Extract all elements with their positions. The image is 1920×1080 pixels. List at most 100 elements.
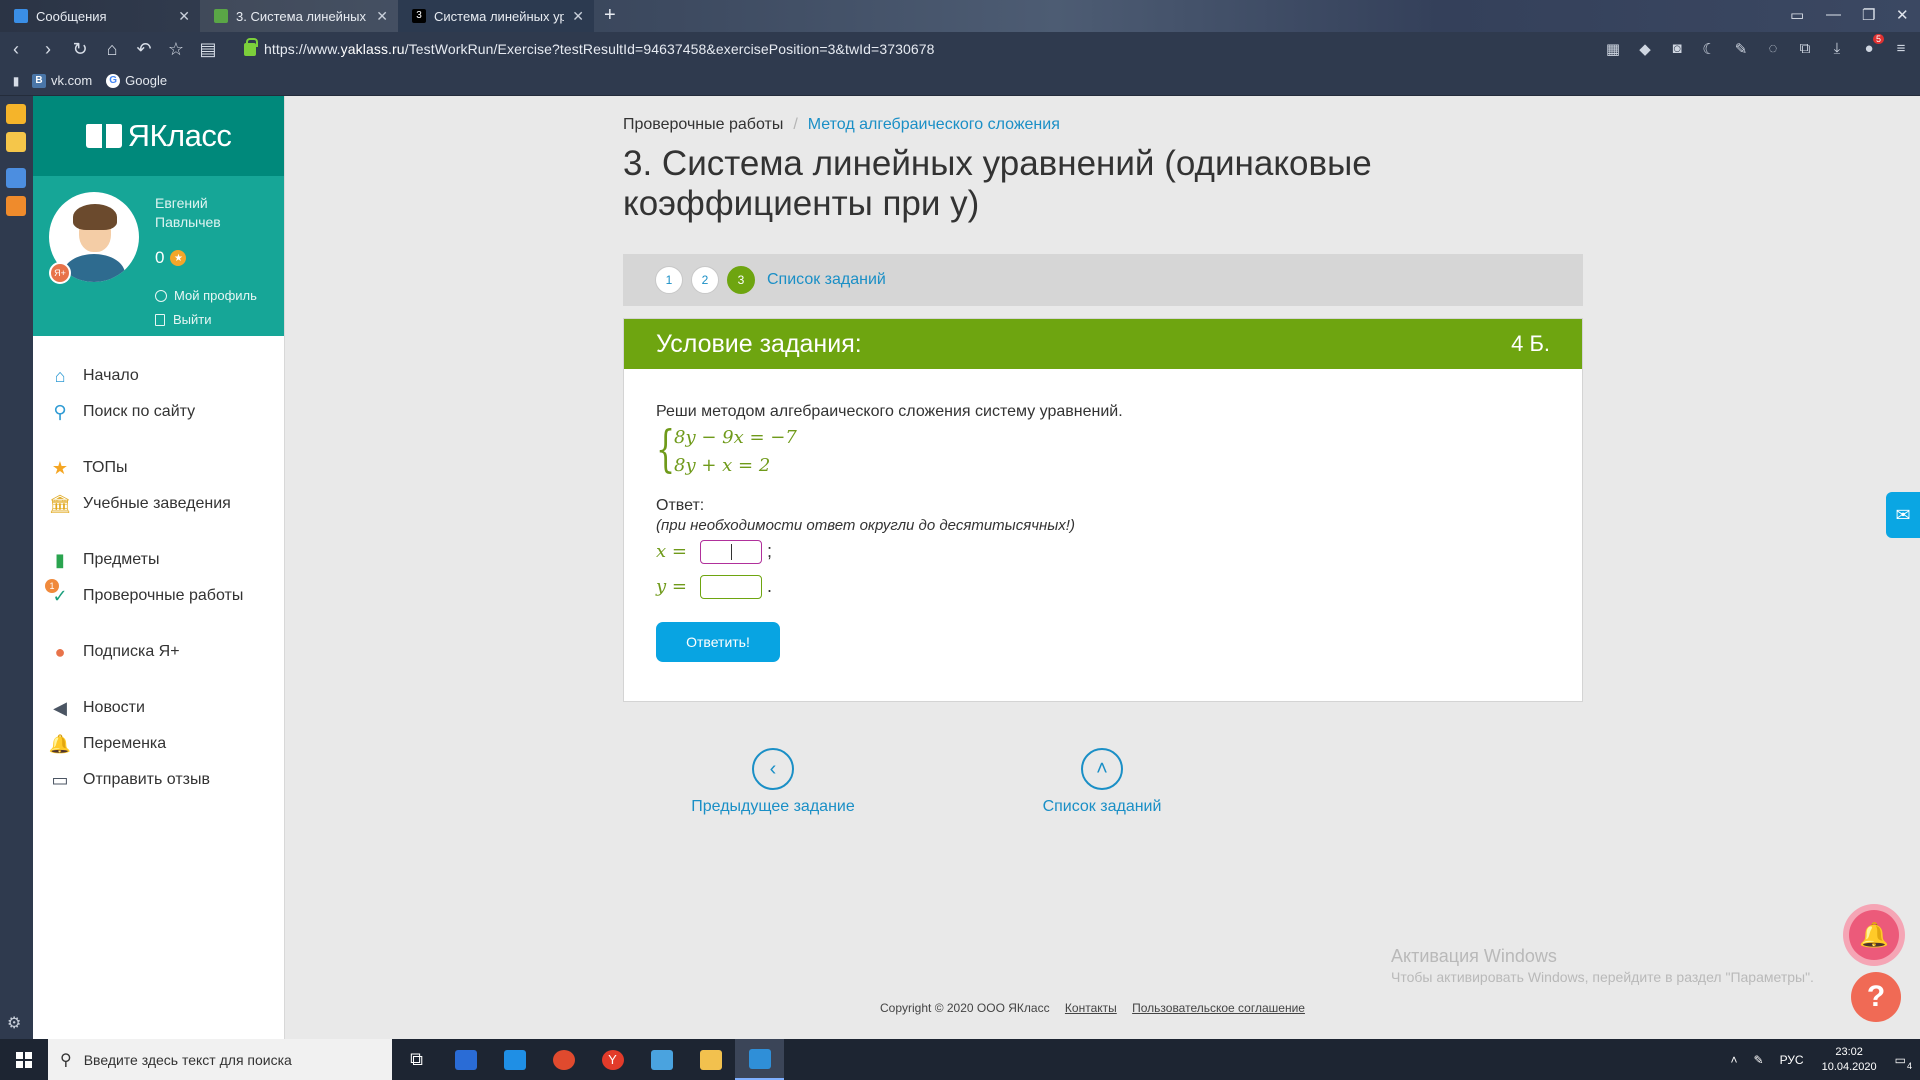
user-score: 0 ★	[155, 248, 187, 268]
breadcrumb-current[interactable]: Метод алгебраического сложения	[808, 116, 1060, 133]
new-tab-button[interactable]: +	[604, 4, 616, 27]
notifications-icon[interactable]: ● 5	[1860, 34, 1884, 58]
messenger-icon[interactable]	[6, 168, 26, 188]
extension-icon[interactable]: ◆	[1636, 40, 1654, 58]
x-answer-input[interactable]	[700, 539, 762, 564]
home-icon: ⌂	[54, 365, 66, 386]
chat-bubble-icon[interactable]: ◌	[1764, 40, 1782, 58]
mail-icon[interactable]: ✉	[1886, 492, 1920, 538]
yandex-browser-icon[interactable]: Y	[588, 1039, 637, 1080]
logout-link[interactable]: Выйти	[155, 312, 212, 327]
store-icon[interactable]	[441, 1039, 490, 1080]
sidebar-item-tops[interactable]: ★ ТОПы	[33, 450, 284, 486]
sidebar-toggle-icon[interactable]: ▮	[0, 74, 32, 88]
minimize-button[interactable]: —	[1826, 6, 1841, 23]
bookmark-google[interactable]: G Google	[106, 73, 167, 88]
task-card-header: Условие задания: 4 Б.	[624, 319, 1582, 369]
step-3-button[interactable]: 3	[727, 266, 755, 294]
clock-date: 10.04.2020	[1821, 1060, 1877, 1073]
chat-icon	[14, 9, 28, 23]
sidebar-item-subscription[interactable]: ● Подписка Я+	[33, 634, 284, 670]
vk-icon: B	[32, 73, 46, 88]
favorites-icon[interactable]	[6, 104, 26, 124]
my-profile-link[interactable]: Мой профиль	[155, 288, 257, 303]
previous-task-button[interactable]: ‹ Предыдущее задание	[683, 748, 863, 816]
home-button[interactable]: ⌂	[96, 39, 128, 60]
y-label: y =	[656, 576, 687, 597]
pen-icon[interactable]: ✎	[1754, 1053, 1764, 1067]
clock-time: 23:02	[1835, 1045, 1863, 1058]
sidebar-item-home[interactable]: ⌂ Начало	[33, 358, 284, 394]
browser-tab-search[interactable]: 3 Система линейных урав ✕	[398, 0, 594, 32]
yaklass-icon	[214, 9, 228, 23]
action-center-icon[interactable]: ▭ 4	[1895, 1053, 1912, 1071]
sidebar-item-schools[interactable]: 🏛 Учебные заведения	[33, 486, 284, 522]
bookmark-star-button[interactable]: ☆	[160, 39, 192, 60]
sidebar-item-tests[interactable]: ✓ 1 Проверочные работы	[33, 578, 284, 614]
notification-bell-button[interactable]: 🔔	[1843, 904, 1905, 966]
window-close-button[interactable]: ✕	[1896, 6, 1909, 24]
maxthon-browser-icon[interactable]	[735, 1039, 784, 1080]
menu-icon[interactable]: ≡	[1892, 40, 1910, 58]
screenshot-icon[interactable]: ⧉	[1796, 40, 1814, 58]
clock[interactable]: 23:02 10.04.2020	[1822, 1045, 1877, 1075]
step-2-button[interactable]: 2	[691, 266, 719, 294]
task-list-link[interactable]: Список заданий	[767, 271, 886, 289]
qr-icon[interactable]: ▦	[1604, 40, 1622, 58]
step-1-button[interactable]: 1	[655, 266, 683, 294]
sidebar-item-news[interactable]: ◀ Новости	[33, 690, 284, 726]
contacts-link[interactable]: Контакты	[1065, 1001, 1117, 1015]
user-name[interactable]: Евгений Павлычев	[155, 194, 275, 232]
reload-button[interactable]: ↻	[64, 39, 96, 60]
mail-app-icon[interactable]	[490, 1039, 539, 1080]
tabs-overview-icon[interactable]: ▭	[1790, 6, 1804, 24]
start-button[interactable]	[0, 1039, 48, 1080]
breadcrumb-root[interactable]: Проверочные работы	[623, 116, 783, 133]
sidebar-item-label: Отправить отзыв	[83, 771, 210, 788]
x-label: x =	[656, 541, 687, 562]
file-explorer-icon[interactable]	[686, 1039, 735, 1080]
download-icon[interactable]: ⤓	[1828, 40, 1846, 58]
undo-button[interactable]: ↶	[128, 39, 160, 60]
y-answer-input[interactable]	[700, 574, 762, 599]
back-button[interactable]: ‹	[0, 39, 32, 60]
close-icon[interactable]: ✕	[572, 8, 584, 25]
close-icon[interactable]: ✕	[376, 8, 388, 25]
task-list-button[interactable]: ˄ Список заданий	[1022, 748, 1182, 816]
sidebar-item-search[interactable]: ⚲ Поиск по сайту	[33, 394, 284, 430]
gear-icon[interactable]: ⚙	[7, 1013, 21, 1033]
browser-tab-yaklass[interactable]: 3. Система линейных у ✕	[200, 0, 398, 32]
reader-button[interactable]: ▤	[192, 39, 224, 60]
sidebar-item-subjects[interactable]: ▮ Предметы	[33, 542, 284, 578]
notes-icon[interactable]	[6, 132, 26, 152]
help-button[interactable]: ?	[1851, 972, 1901, 1022]
equation-2: 8y + x = 2	[674, 455, 771, 476]
watermark-text: Чтобы активировать Windows, перейдите в …	[1391, 969, 1814, 985]
wrench-icon[interactable]: ✎	[1732, 40, 1750, 58]
browser-tab-messages[interactable]: Сообщения ✕	[0, 0, 200, 32]
watermark-title: Активация Windows	[1391, 946, 1557, 966]
task-list-label: Список заданий	[1042, 798, 1162, 815]
game-app-icon[interactable]	[539, 1039, 588, 1080]
sidebar-item-label: Подписка Я+	[83, 643, 180, 660]
bookmark-label: vk.com	[51, 73, 93, 88]
camera-icon[interactable]: ◙	[1668, 40, 1686, 58]
close-icon[interactable]: ✕	[178, 8, 190, 25]
bookmark-vk[interactable]: B vk.com	[32, 73, 92, 88]
rss-icon[interactable]	[6, 196, 26, 216]
task-view-icon[interactable]: ⧉	[392, 1039, 441, 1080]
url-field[interactable]: https://www.yaklass.ru/TestWorkRun/Exerc…	[264, 41, 935, 57]
submit-answer-button[interactable]: Ответить!	[656, 622, 780, 662]
agreement-link[interactable]: Пользовательское соглашение	[1132, 1001, 1305, 1015]
sidebar-item-break[interactable]: 🔔 Переменка	[33, 726, 284, 762]
moon-icon[interactable]: ☾	[1700, 40, 1718, 58]
language-indicator[interactable]: РУС	[1780, 1053, 1804, 1067]
chevron-up-icon[interactable]: ˄	[1730, 1053, 1737, 1067]
logo-area[interactable]: ЯКласс	[33, 96, 284, 176]
forward-button[interactable]: ›	[32, 39, 64, 60]
restore-button[interactable]: ❐	[1862, 6, 1875, 24]
yaklass-logo[interactable]: ЯКласс	[85, 118, 232, 154]
app-icon[interactable]	[637, 1039, 686, 1080]
taskbar-search-input[interactable]: ⚲ Введите здесь текст для поиска	[48, 1039, 392, 1080]
sidebar-item-feedback[interactable]: ▭ Отправить отзыв	[33, 762, 284, 798]
